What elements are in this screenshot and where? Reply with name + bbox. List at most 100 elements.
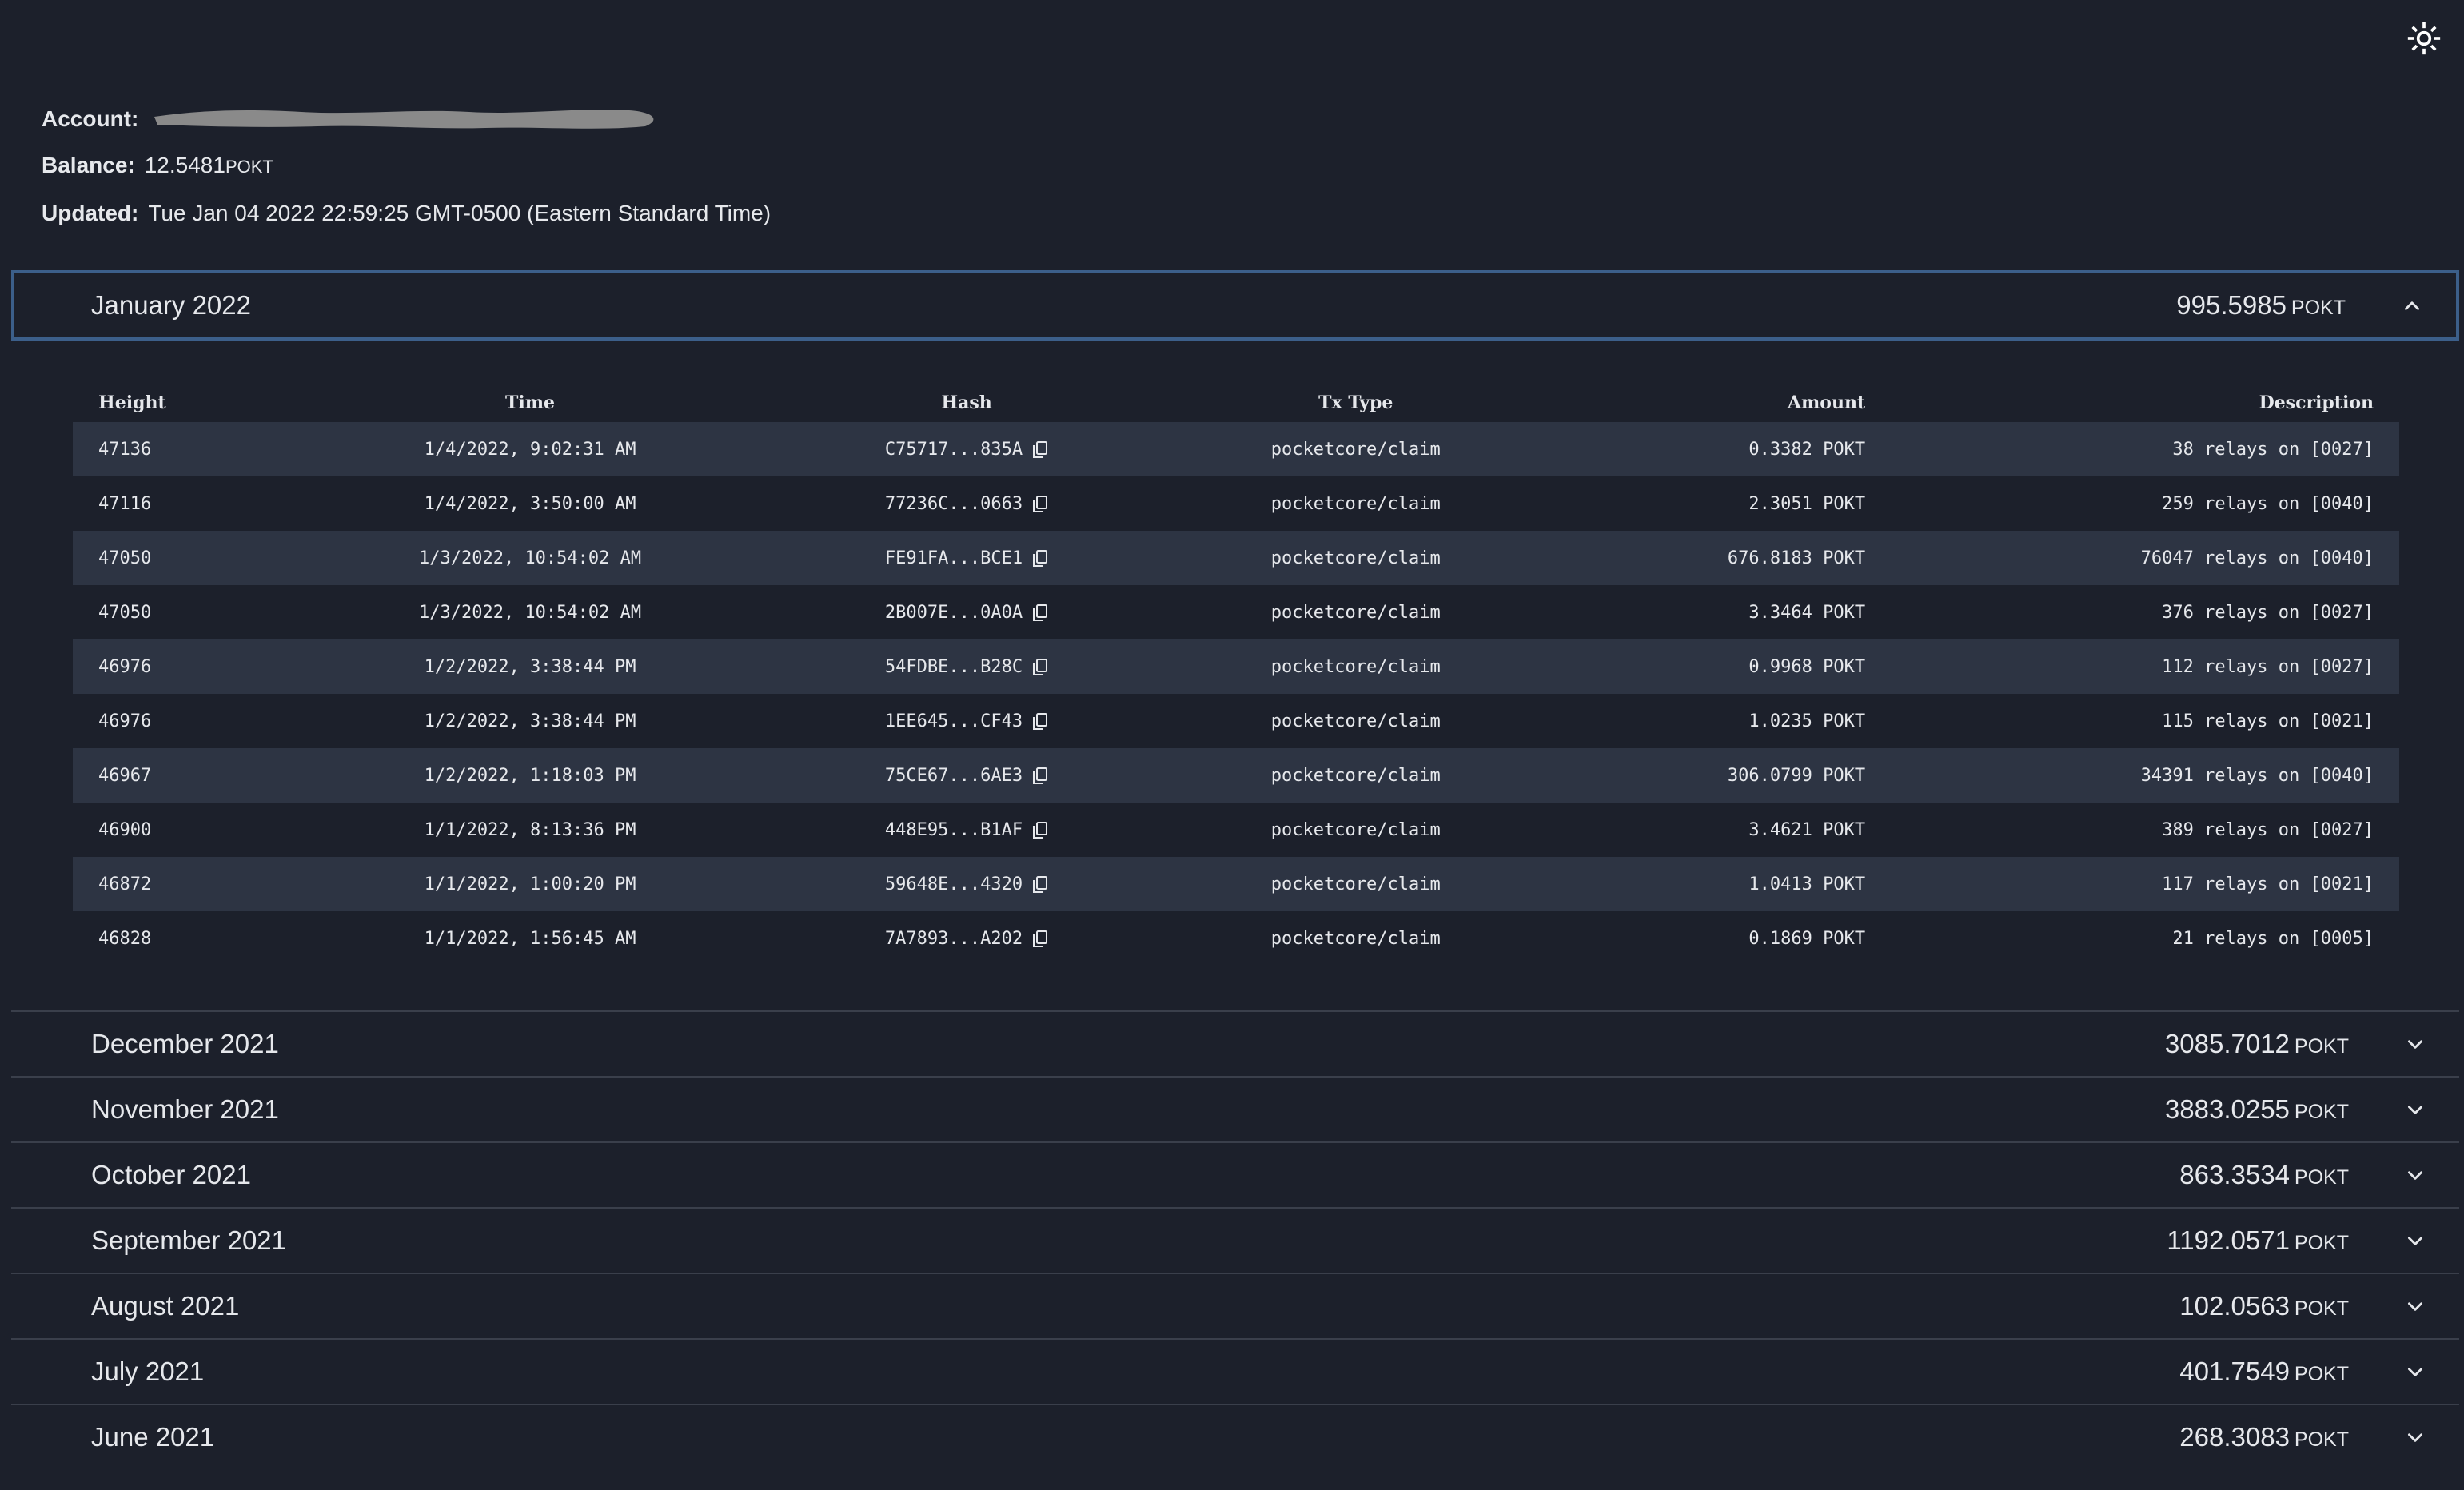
table-row: 46976 1/2/2022, 3:38:44 PM 1EE645...CF43 po… <box>73 694 2399 748</box>
copy-icon[interactable] <box>1032 495 1048 514</box>
copy-icon[interactable] <box>1032 875 1048 894</box>
updated-label: Updated: <box>42 201 139 225</box>
cell-time: 1/2/2022, 1:18:03 PM <box>285 748 775 803</box>
copy-icon[interactable] <box>1032 604 1048 623</box>
column-header-hash: Hash <box>941 392 992 413</box>
transactions-panel-body: Height Time Hash Tx Type Amount Descript… <box>11 341 2459 1004</box>
cell-hash: 448E95...B1AF <box>775 803 1158 857</box>
cell-height: 47050 <box>98 602 152 623</box>
hash-value: 75CE67...6AE3 <box>884 765 1023 786</box>
cell-height: 46900 <box>98 819 152 840</box>
cell-description: 21 relays on [0005] <box>2172 928 2374 949</box>
table-row: 47050 1/3/2022, 10:54:02 AM 2B007E...0A0A p… <box>73 585 2399 639</box>
cell-description: 76047 relays on [0040] <box>1891 531 2399 585</box>
chevron-down-icon[interactable] <box>2403 1032 2427 1056</box>
chevron-down-icon[interactable] <box>2403 1098 2427 1121</box>
hash-value: C75717...835A <box>884 439 1023 460</box>
copy-icon[interactable] <box>1032 658 1048 677</box>
cell-tx-type: pocketcore/claim <box>1270 711 1441 731</box>
cell-hash: 54FDBE...B28C <box>775 639 1158 694</box>
redacted-account-address <box>150 102 661 133</box>
cell-height: 46967 <box>73 748 285 803</box>
table-row: 46976 1/2/2022, 3:38:44 PM 54FDBE...B28C po… <box>73 639 2399 694</box>
month-header-collapsed[interactable]: July 2021 401.7549 POKT <box>11 1338 2459 1404</box>
updated-line: Updated: Tue Jan 04 2022 22:59:25 GMT-05… <box>42 190 771 237</box>
copy-icon[interactable] <box>1032 440 1048 460</box>
chevron-down-icon[interactable] <box>2403 1163 2427 1187</box>
month-total-value: 1192.0571 <box>2167 1225 2290 1255</box>
month-header-collapsed[interactable]: September 2021 1192.0571 POKT <box>11 1207 2459 1273</box>
column-header-tx-type: Tx Type <box>1318 392 1393 413</box>
cell-height: 47136 <box>73 422 285 476</box>
copy-icon[interactable] <box>1032 712 1048 731</box>
cell-time: 1/4/2022, 9:02:31 AM <box>285 422 775 476</box>
month-header-collapsed[interactable]: October 2021 863.3534 POKT <box>11 1141 2459 1207</box>
month-title: June 2021 <box>91 1422 215 1452</box>
month-total-value: 863.3534 <box>2179 1160 2290 1189</box>
chevron-down-icon[interactable] <box>2403 1294 2427 1318</box>
month-header-collapsed[interactable]: November 2021 3883.0255 POKT <box>11 1076 2459 1141</box>
cell-time: 1/3/2022, 10:54:02 AM <box>285 531 775 585</box>
month-total-unit: POKT <box>2294 1166 2349 1189</box>
month-total-unit: POKT <box>2294 1428 2349 1451</box>
month-header-collapsed[interactable]: August 2021 102.0563 POKT <box>11 1273 2459 1338</box>
cell-hash: 7A7893...A202 <box>775 911 1158 966</box>
month-total-unit: POKT <box>2294 1101 2349 1123</box>
cell-height: 47050 <box>73 531 285 585</box>
cell-amount: 2.3051 POKT <box>1748 493 1866 514</box>
month-header-january-2022[interactable]: January 2022 995.5985 POKT <box>11 270 2459 341</box>
hash-value: 77236C...0663 <box>884 493 1023 514</box>
cell-hash: 1EE645...CF43 <box>775 694 1158 748</box>
monthly-accordion: January 2022 995.5985 POKT Height Time Ha… <box>11 270 2459 1469</box>
month-total-value: 3085.7012 <box>2164 1029 2290 1058</box>
hash-value: FE91FA...BCE1 <box>884 548 1023 568</box>
cell-tx-type: pocketcore/claim <box>1270 928 1441 949</box>
chevron-down-icon[interactable] <box>2403 1425 2427 1449</box>
table-row: 46967 1/2/2022, 1:18:03 PM 75CE67...6AE3 po… <box>73 748 2399 803</box>
table-row: 46900 1/1/2022, 8:13:36 PM 448E95...B1AF po… <box>73 803 2399 857</box>
cell-time: 1/4/2022, 3:50:00 AM <box>424 493 636 514</box>
copy-icon[interactable] <box>1032 821 1048 840</box>
cell-amount: 0.1869 POKT <box>1748 928 1866 949</box>
copy-icon[interactable] <box>1032 549 1048 568</box>
month-panel-expanded: January 2022 995.5985 POKT Height Time Ha… <box>11 270 2459 1004</box>
chevron-down-icon[interactable] <box>2403 1229 2427 1253</box>
cell-amount: 3.3464 POKT <box>1748 602 1866 623</box>
month-total: 1192.0571 POKT <box>2167 1225 2349 1256</box>
month-total-value: 995.5985 <box>2176 290 2287 320</box>
column-header-description: Description <box>2259 392 2374 413</box>
table-row: 46872 1/1/2022, 1:00:20 PM 59648E...4320 po… <box>73 857 2399 911</box>
transactions-table: Height Time Hash Tx Type Amount Descript… <box>73 384 2399 966</box>
cell-amount: 676.8183 POKT <box>1553 531 1892 585</box>
copy-icon[interactable] <box>1032 767 1048 786</box>
hash-value: 7A7893...A202 <box>884 928 1023 949</box>
theme-toggle-button[interactable] <box>2406 21 2442 56</box>
cell-amount: 1.0235 POKT <box>1748 711 1866 731</box>
cell-description: 34391 relays on [0040] <box>1891 748 2399 803</box>
hash-value: 54FDBE...B28C <box>884 656 1023 677</box>
cell-description: 117 relays on [0021] <box>1891 857 2399 911</box>
balance-unit: POKT <box>225 157 273 177</box>
cell-height: 46976 <box>73 639 285 694</box>
month-title: January 2022 <box>91 290 251 320</box>
account-line: Account: <box>42 96 771 142</box>
column-header-time: Time <box>505 392 556 413</box>
month-title: August 2021 <box>91 1291 240 1321</box>
month-title: July 2021 <box>91 1357 205 1386</box>
month-header-collapsed[interactable]: June 2021 268.3083 POKT <box>11 1404 2459 1469</box>
cell-hash: 75CE67...6AE3 <box>775 748 1158 803</box>
table-header-row: Height Time Hash Tx Type Amount Descript… <box>73 384 2399 422</box>
cell-time: 1/2/2022, 3:38:44 PM <box>285 639 775 694</box>
chevron-down-icon[interactable] <box>2403 1360 2427 1384</box>
page: Account: Balance: 12.5481 POKT Updated: … <box>0 0 2464 1490</box>
cell-tx-type: pocketcore/claim <box>1158 857 1553 911</box>
month-total: 102.0563 POKT <box>2179 1291 2349 1321</box>
chevron-up-icon[interactable] <box>2400 293 2424 317</box>
sun-icon <box>2407 22 2441 55</box>
month-header-collapsed[interactable]: December 2021 3085.7012 POKT <box>11 1010 2459 1076</box>
cell-tx-type: pocketcore/claim <box>1158 422 1553 476</box>
cell-time: 1/3/2022, 10:54:02 AM <box>418 602 642 623</box>
month-total: 3085.7012 POKT <box>2165 1029 2349 1059</box>
copy-icon[interactable] <box>1032 930 1048 949</box>
month-total: 3883.0255 POKT <box>2165 1094 2349 1125</box>
